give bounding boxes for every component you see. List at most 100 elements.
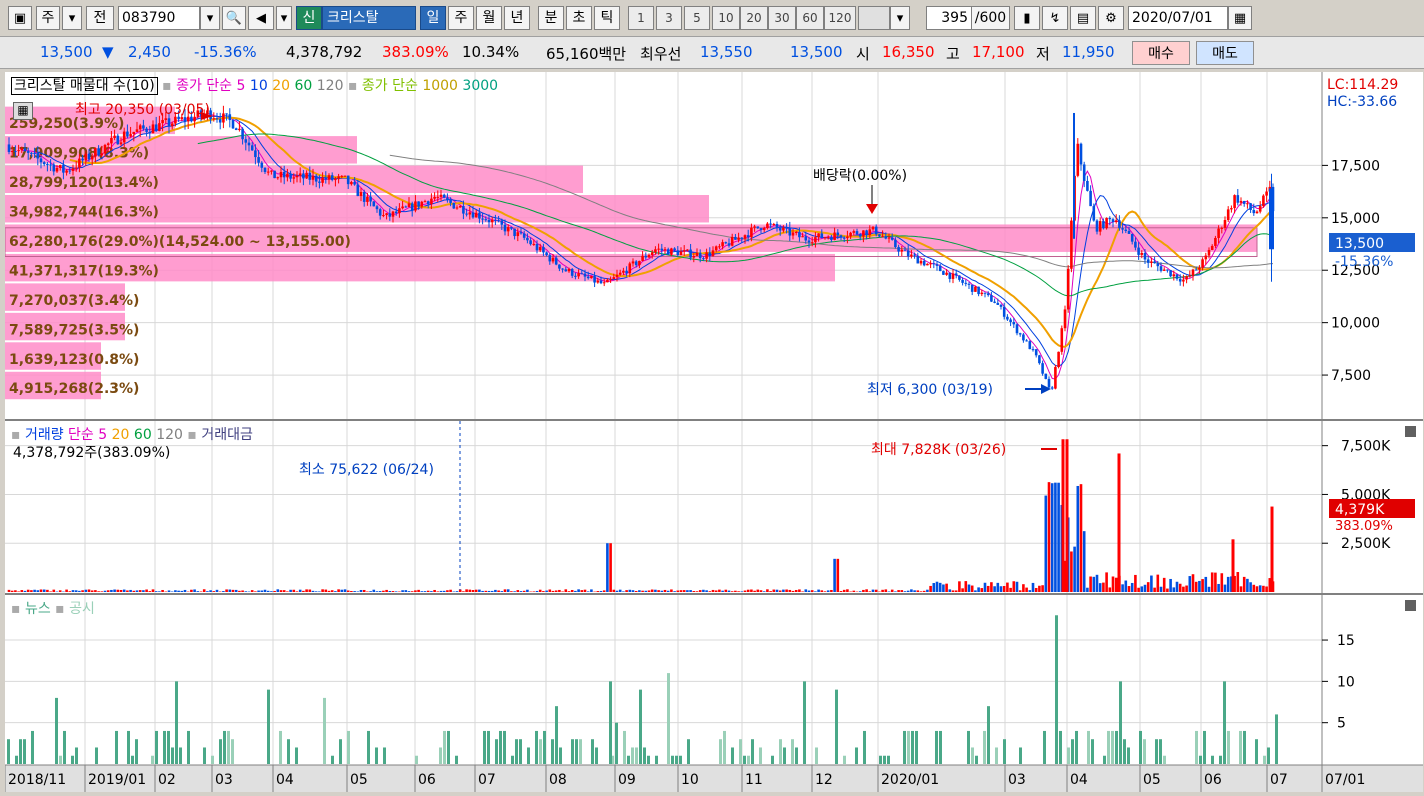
candle xyxy=(616,275,619,277)
candle xyxy=(558,265,561,269)
volume-bar xyxy=(443,591,446,592)
candle xyxy=(1077,144,1080,176)
news-bar xyxy=(503,731,506,764)
volume-bar xyxy=(581,590,584,592)
code-dropdown-icon[interactable]: ▾ xyxy=(200,6,220,30)
volume-bar xyxy=(309,590,312,592)
code-input[interactable]: 083790 xyxy=(118,6,200,30)
speaker-dropdown-icon[interactable]: ▾ xyxy=(276,6,292,30)
trend-icon[interactable]: ↯ xyxy=(1042,6,1068,30)
stock-name[interactable]: 크리스탈 xyxy=(322,6,416,30)
custom-period[interactable] xyxy=(858,6,890,30)
calendar-icon[interactable]: ▦ xyxy=(1228,6,1252,30)
table-icon[interactable]: ▦ xyxy=(13,102,33,120)
news-axis-label: 10 xyxy=(1337,674,1355,690)
search-icon[interactable]: 🔍 xyxy=(222,6,246,30)
candle-icon[interactable]: ▮ xyxy=(1014,6,1040,30)
volume-bar xyxy=(456,591,459,592)
candle xyxy=(379,209,382,215)
x-axis-label: 06 xyxy=(418,772,436,788)
candle xyxy=(1211,246,1214,250)
news-bar xyxy=(915,731,918,764)
minute-1[interactable]: 1 xyxy=(628,6,654,30)
candle xyxy=(168,118,171,126)
volume-bar xyxy=(753,591,756,592)
volume-bar xyxy=(1224,585,1227,592)
minute-3[interactable]: 3 xyxy=(656,6,682,30)
news-bar xyxy=(1043,731,1046,764)
candle xyxy=(241,129,244,139)
candle xyxy=(597,281,600,283)
volume-bar xyxy=(1080,484,1083,592)
volume-bar xyxy=(613,590,616,592)
period-month[interactable]: 월 xyxy=(476,6,502,30)
chart-area[interactable]: 259,250(3.9%)17,909,908(8.3%)28,799,120(… xyxy=(5,72,1423,792)
candle xyxy=(1214,238,1217,246)
max-annotation: 최고 20,350 (03/05) xyxy=(75,102,210,118)
period-tick[interactable]: 틱 xyxy=(594,6,620,30)
volume-bar xyxy=(968,585,971,592)
prev-button[interactable]: 전 xyxy=(86,6,114,30)
minute-30[interactable]: 30 xyxy=(768,6,796,30)
speaker-icon[interactable]: ◀︎ xyxy=(248,6,274,30)
volume-bar xyxy=(369,591,372,592)
period-year[interactable]: 년 xyxy=(504,6,530,30)
volume-bar xyxy=(865,589,868,592)
candle xyxy=(766,224,769,228)
volume-bar xyxy=(805,589,808,592)
volume-tag-text: 4,379K xyxy=(1335,502,1385,518)
minute-120[interactable]: 120 xyxy=(824,6,856,30)
volume-bar xyxy=(686,590,689,592)
minute-20[interactable]: 20 xyxy=(740,6,768,30)
candle xyxy=(1054,367,1057,389)
custom-dropdown-icon[interactable]: ▾ xyxy=(890,6,910,30)
volume-axis-label: 2,500K xyxy=(1341,536,1391,552)
minute-10[interactable]: 10 xyxy=(712,6,740,30)
volume-bar xyxy=(545,591,548,592)
candle xyxy=(827,237,830,238)
volume-bar xyxy=(1144,585,1147,592)
news-bar xyxy=(759,747,762,764)
close-news-panel-icon[interactable] xyxy=(1405,600,1416,611)
volume-bar xyxy=(117,590,120,592)
volume-bar xyxy=(312,591,315,592)
candle xyxy=(1009,320,1012,323)
window-icon[interactable]: ▣ xyxy=(8,6,32,30)
save-icon[interactable]: ▤ xyxy=(1070,6,1096,30)
candle xyxy=(673,248,676,250)
period-second[interactable]: 초 xyxy=(566,6,592,30)
quote-row: 13,500 ▼ 2,450 -15.36% 4,378,792 383.09%… xyxy=(0,37,1424,69)
period-week[interactable]: 주 xyxy=(448,6,474,30)
volume-bar xyxy=(939,583,942,592)
news-bar xyxy=(1211,756,1214,764)
period-day[interactable]: 일 xyxy=(420,6,446,30)
buy-button[interactable]: 매수 xyxy=(1132,41,1190,65)
minute-60[interactable]: 60 xyxy=(796,6,824,30)
close-volume-panel-icon[interactable] xyxy=(1405,426,1416,437)
volume-bar xyxy=(168,590,171,592)
volume-bar xyxy=(1259,585,1262,592)
period-minute[interactable]: 분 xyxy=(538,6,564,30)
candle xyxy=(613,277,616,279)
news-bar xyxy=(971,747,974,764)
minute-5[interactable]: 5 xyxy=(684,6,710,30)
candle xyxy=(401,206,404,208)
volume-bar xyxy=(59,590,62,592)
volume-bar xyxy=(1121,584,1124,592)
volume-bar xyxy=(981,588,984,592)
sell-button[interactable]: 매도 xyxy=(1196,41,1254,65)
candle xyxy=(408,203,411,207)
count-input[interactable]: 395 xyxy=(926,6,972,30)
news-bar xyxy=(1075,731,1078,764)
candle xyxy=(686,250,689,251)
date-input[interactable]: 2020/07/01 xyxy=(1128,6,1228,30)
volume-bar xyxy=(654,590,657,592)
volume-bar xyxy=(657,590,660,592)
market-select[interactable]: 주 xyxy=(36,6,60,30)
volume-bar xyxy=(1003,586,1006,592)
gear-icon[interactable]: ⚙ xyxy=(1098,6,1124,30)
market-dropdown-icon[interactable]: ▾ xyxy=(62,6,82,30)
volume-bar xyxy=(513,591,516,592)
candle xyxy=(997,303,1000,305)
low: 11,950 xyxy=(1062,43,1115,61)
